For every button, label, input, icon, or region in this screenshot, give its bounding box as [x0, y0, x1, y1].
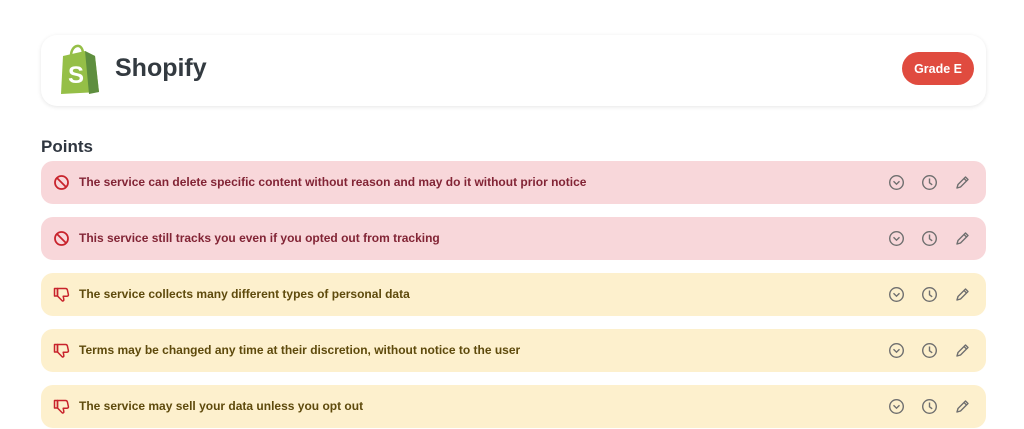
point-title: The service collects many different type… [79, 287, 410, 301]
point-title: Terms may be changed any time at their d… [79, 343, 521, 357]
history-clock-icon[interactable] [920, 341, 939, 360]
expand-chevron-icon[interactable] [887, 285, 906, 304]
point-item[interactable]: The service may sell your data unless yo… [41, 385, 986, 428]
edit-pencil-icon[interactable] [953, 397, 972, 416]
point-item[interactable]: This service still tracks you even if yo… [41, 217, 986, 260]
expand-chevron-icon[interactable] [887, 173, 906, 192]
edit-pencil-icon[interactable] [953, 229, 972, 248]
expand-chevron-icon[interactable] [887, 341, 906, 360]
ban-icon [54, 231, 69, 246]
shopify-logo-icon: S [61, 44, 99, 94]
point-item[interactable]: Terms may be changed any time at their d… [41, 329, 986, 372]
history-clock-icon[interactable] [920, 229, 939, 248]
service-name: Shopify [115, 54, 207, 82]
point-item[interactable]: The service can delete specific content … [41, 161, 986, 204]
point-actions [887, 341, 972, 360]
edit-pencil-icon[interactable] [953, 285, 972, 304]
edit-pencil-icon[interactable] [953, 173, 972, 192]
service-header-card: S Shopify Grade E [41, 35, 986, 106]
svg-text:S: S [68, 62, 84, 89]
points-section-title: Points [41, 137, 93, 156]
thumbs-down-icon [53, 343, 70, 358]
point-title: This service still tracks you even if yo… [79, 231, 440, 245]
point-actions [887, 173, 972, 192]
thumbs-down-icon [53, 399, 70, 414]
point-actions [887, 229, 972, 248]
point-title: The service can delete specific content … [79, 175, 587, 189]
point-title: The service may sell your data unless yo… [79, 399, 364, 413]
history-clock-icon[interactable] [920, 285, 939, 304]
ban-icon [54, 175, 69, 190]
expand-chevron-icon[interactable] [887, 397, 906, 416]
edit-pencil-icon[interactable] [953, 341, 972, 360]
history-clock-icon[interactable] [920, 173, 939, 192]
point-actions [887, 285, 972, 304]
thumbs-down-icon [53, 287, 70, 302]
point-item[interactable]: The service collects many different type… [41, 273, 986, 316]
history-clock-icon[interactable] [920, 397, 939, 416]
grade-badge[interactable]: Grade E [902, 52, 974, 85]
point-actions [887, 397, 972, 416]
expand-chevron-icon[interactable] [887, 229, 906, 248]
